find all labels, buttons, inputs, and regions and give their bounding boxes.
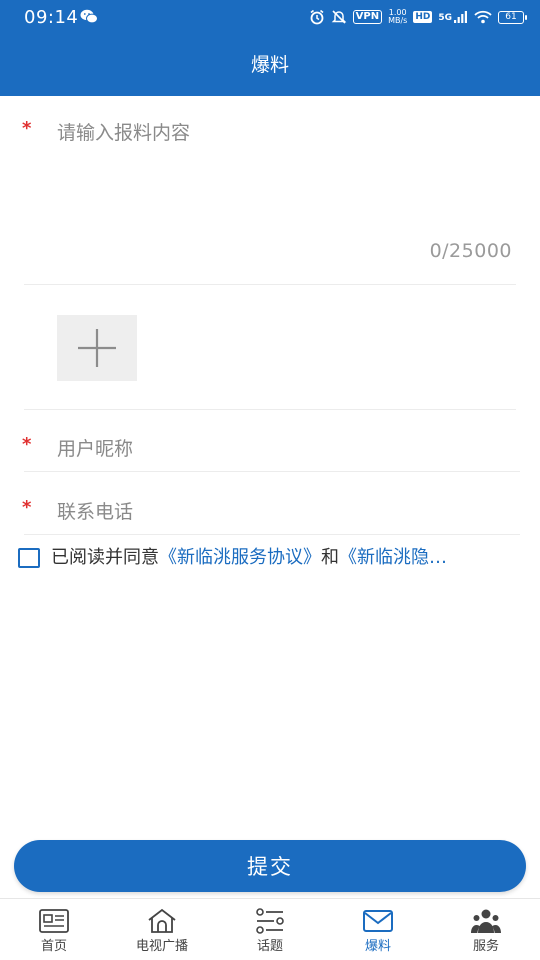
status-icons: VPN 1.00 MB/s HD 5G 61 xyxy=(309,8,527,26)
nickname-field[interactable]: 用户昵称 xyxy=(57,434,133,461)
plus-icon xyxy=(78,329,116,367)
home-tv-icon xyxy=(148,908,176,933)
status-time: 09:14 xyxy=(24,7,79,28)
alarm-icon xyxy=(310,9,324,25)
nav-label-tv: 电视广播 xyxy=(135,939,188,954)
network-type: 5G xyxy=(438,13,452,23)
agreement-prefix: 已阅读并同意 xyxy=(51,547,159,568)
required-mark: * xyxy=(22,434,32,455)
divider xyxy=(24,471,520,472)
wifi-icon xyxy=(474,10,492,24)
status-bar: 09:14 VPN 1.00 MB/s HD 5G 61 xyxy=(0,0,540,34)
submit-button[interactable]: 提交 xyxy=(14,840,526,892)
nav-item-tv[interactable]: 电视广播 xyxy=(108,899,216,960)
hd-badge: HD xyxy=(413,11,433,23)
vpn-badge: VPN xyxy=(352,10,383,24)
nav-item-report[interactable]: 爆料 xyxy=(324,899,432,960)
required-mark: * xyxy=(22,118,32,139)
nav-label-home: 首页 xyxy=(40,939,67,954)
nav-item-service[interactable]: 服务 xyxy=(432,899,540,960)
agreement-checkbox[interactable] xyxy=(18,548,40,568)
nav-label-service: 服务 xyxy=(472,939,499,954)
news-icon xyxy=(39,909,69,933)
bottom-nav: 首页 电视广播 话题 爆料 服务 xyxy=(0,898,540,960)
nav-label-topic: 话题 xyxy=(256,939,283,954)
network-speed: 1.00 MB/s xyxy=(388,9,407,25)
divider xyxy=(24,534,520,535)
service-agreement-link[interactable]: 《新临洮服务协议》 xyxy=(159,547,321,568)
signal-icon xyxy=(454,11,467,23)
top-bar: 09:14 VPN 1.00 MB/s HD 5G 61 爆料 xyxy=(0,0,540,96)
nav-label-report: 爆料 xyxy=(364,939,391,954)
mail-icon xyxy=(363,910,393,932)
content-input[interactable]: 请输入报料内容 xyxy=(57,118,190,145)
nav-item-topic[interactable]: 话题 xyxy=(216,899,324,960)
nav-item-home[interactable]: 首页 xyxy=(0,899,108,960)
divider xyxy=(24,409,516,410)
privacy-policy-link[interactable]: 《新临洮隐… xyxy=(339,547,447,568)
report-screen: 09:14 VPN 1.00 MB/s HD 5G 61 爆料 * 请输入报料内… xyxy=(0,0,540,960)
signal-group: 5G xyxy=(438,11,468,23)
mute-icon xyxy=(331,10,346,24)
phone-field[interactable]: 联系电话 xyxy=(57,497,133,524)
wechat-icon xyxy=(80,9,98,24)
agreement-row: 已阅读并同意《新临洮服务协议》和《新临洮隐… xyxy=(18,544,518,572)
agreement-connector: 和 xyxy=(321,547,339,568)
divider xyxy=(24,284,516,285)
required-mark: * xyxy=(22,497,32,518)
people-icon xyxy=(471,909,501,933)
topic-list-icon xyxy=(256,908,284,934)
battery-indicator: 61 xyxy=(498,10,527,24)
agreement-text: 已阅读并同意《新临洮服务协议》和《新临洮隐… xyxy=(51,544,447,572)
speed-unit: MB/s xyxy=(388,16,408,25)
char-counter: 0/25000 xyxy=(429,240,512,262)
add-media-button[interactable] xyxy=(57,315,137,381)
page-title: 爆料 xyxy=(250,54,289,76)
